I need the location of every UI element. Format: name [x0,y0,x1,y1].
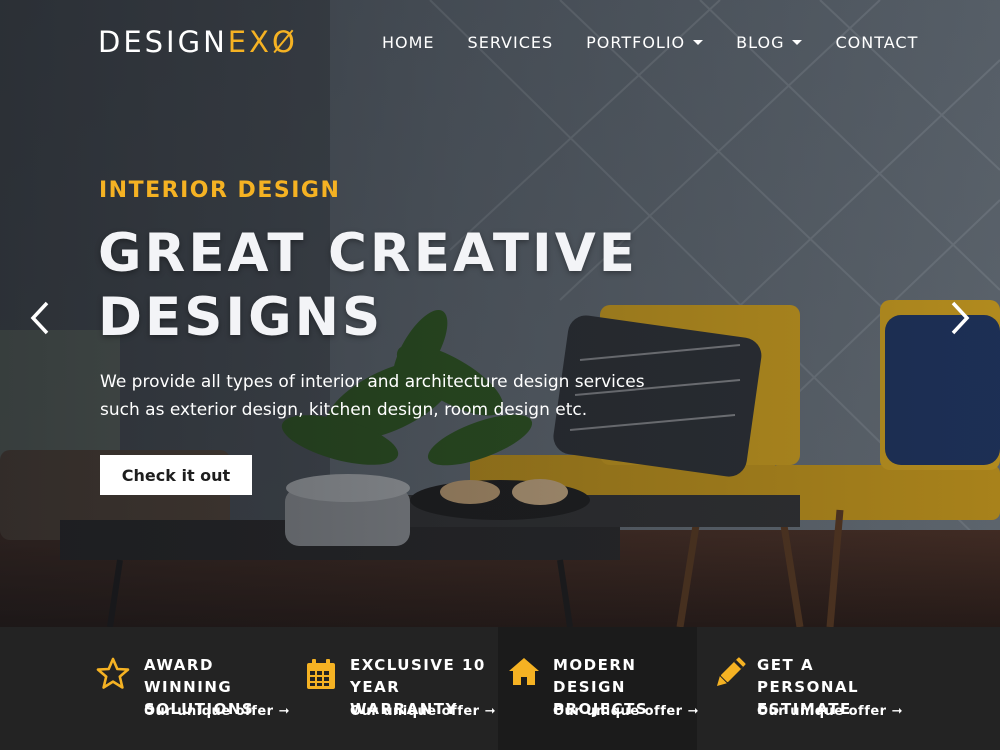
caret-down-icon [693,39,704,45]
feature-personal-estimate[interactable]: GET A PERSONAL ESTIMATE Our unique offer… [697,627,917,750]
home-icon [509,658,539,685]
nav-item-home[interactable]: HOME [382,33,435,52]
caret-down-icon [792,39,803,45]
feature-modern-design[interactable]: MODERN DESIGN PROJECTS Our unique offer … [498,627,699,750]
nav-item-label: BLOG [736,32,785,52]
feature-award-winning[interactable]: AWARD WINNING SOLUTIONS Our unique offer… [90,627,295,750]
chevron-left-icon [30,301,49,335]
nav-item-services[interactable]: SERVICES [468,33,554,52]
feature-bar: AWARD WINNING SOLUTIONS Our unique offer… [0,627,1000,750]
calendar-icon [307,659,335,689]
feature-link[interactable]: Our unique offer ➞ [553,704,699,719]
hero-eyebrow: INTERIOR DESIGN [99,178,341,203]
slider-prev-button[interactable] [20,298,60,338]
main-nav: HOME SERVICES PORTFOLIO BLOG CONTACT [382,30,918,54]
feature-link[interactable]: Our unique offer ➞ [757,704,903,719]
nav-item-label: SERVICES [467,32,554,52]
brand-name-main: DESIGN [98,25,228,59]
hero-slider: DESIGNEXØ HOME SERVICES PORTFOLIO BLOG C… [0,0,1000,627]
feature-link[interactable]: Our unique offer ➞ [144,704,290,719]
feature-link[interactable]: Our unique offer ➞ [350,704,496,719]
chevron-right-icon [951,301,970,335]
star-icon [96,657,130,689]
nav-item-contact[interactable]: CONTACT [835,33,918,52]
nav-item-label: HOME [382,32,435,52]
pencil-icon [716,657,746,687]
nav-item-portfolio[interactable]: PORTFOLIO [586,32,704,52]
nav-item-label: CONTACT [835,32,919,52]
brand-name-accent: EXØ [227,25,298,59]
brand-logo[interactable]: DESIGNEXØ [98,24,298,60]
nav-item-blog[interactable]: BLOG [736,32,803,52]
slider-next-button[interactable] [940,298,980,338]
feature-warranty[interactable]: EXCLUSIVE 10 YEAR WARRANTY Our unique of… [295,627,498,750]
nav-item-label: PORTFOLIO [586,32,686,52]
hero-headline: GREAT CREATIVE DESIGNS [98,223,638,348]
hero-description: We provide all types of interior and arc… [100,372,645,420]
check-it-out-button[interactable]: Check it out [100,455,252,495]
